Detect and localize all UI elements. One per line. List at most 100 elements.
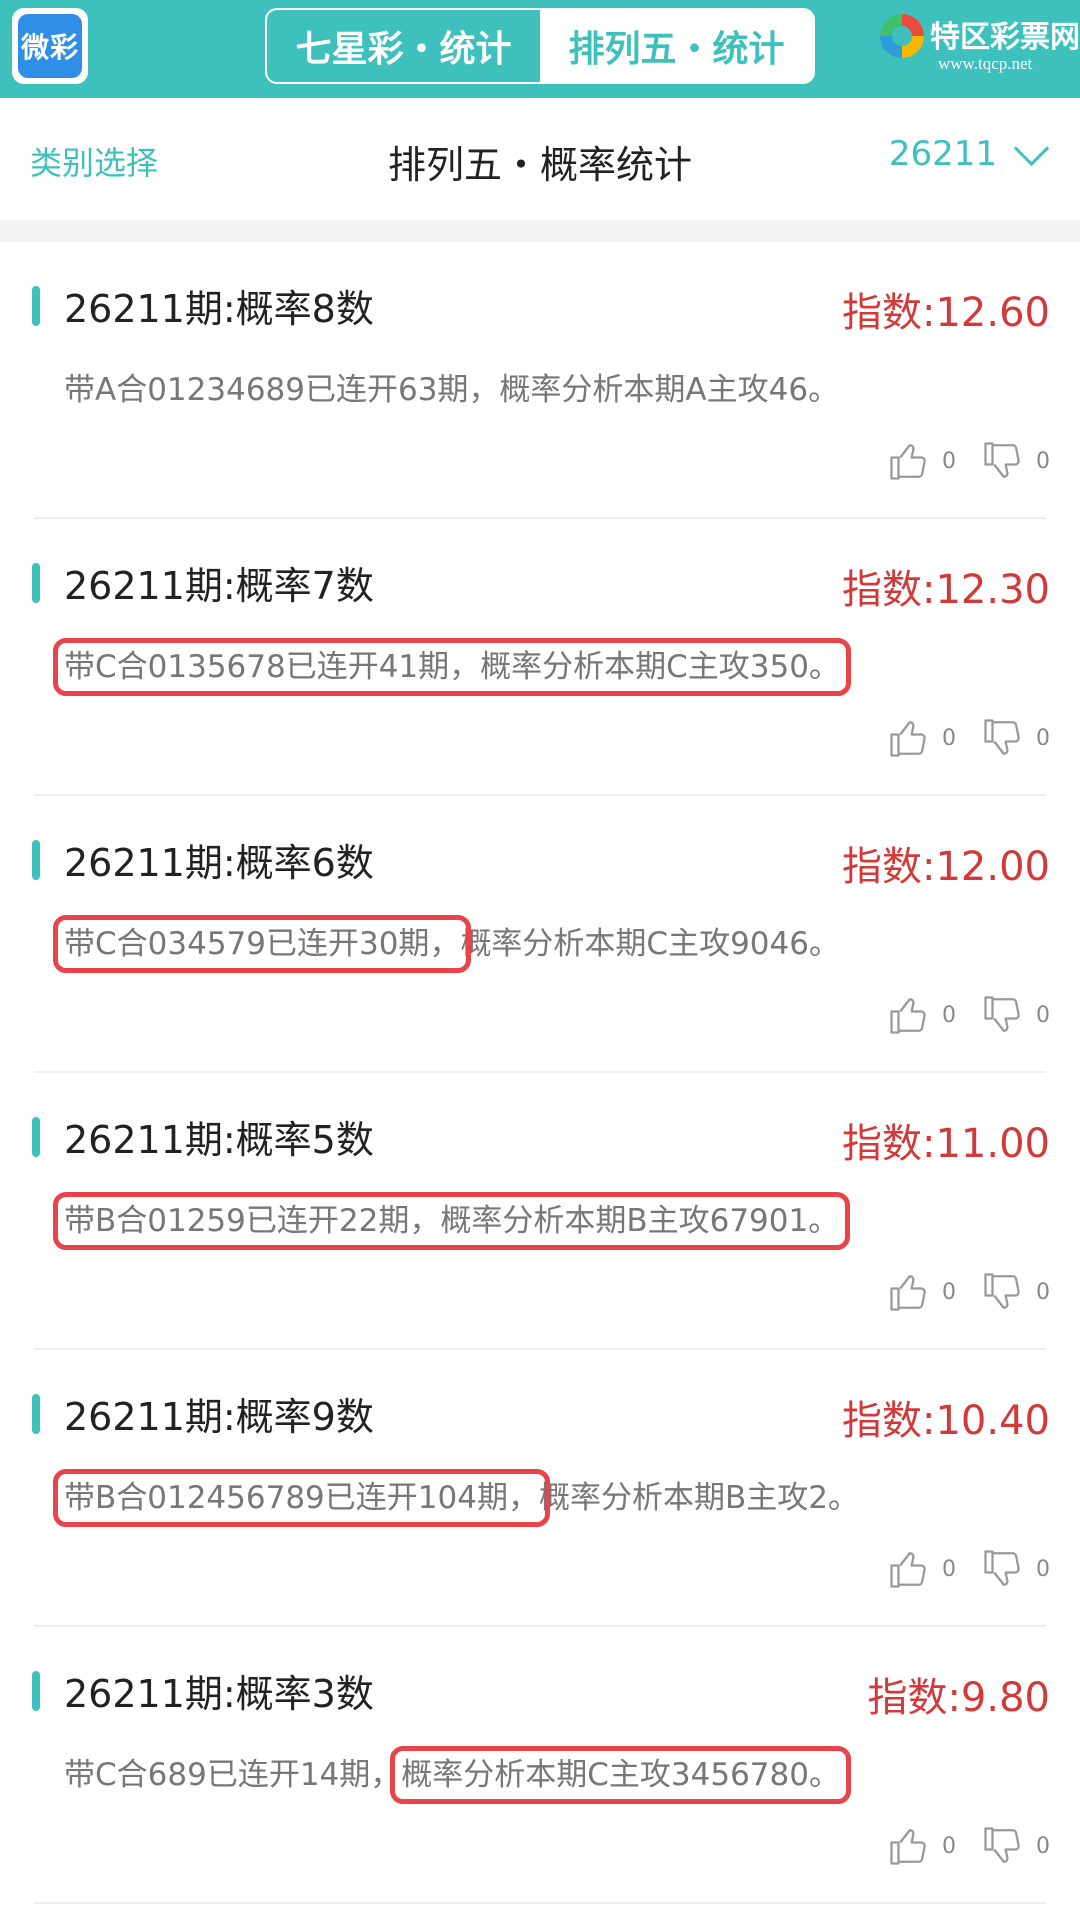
- title-accent-bar: [32, 286, 40, 326]
- like-count: 0: [942, 1833, 956, 1859]
- desc-tail: 。: [827, 1480, 859, 1516]
- tab-qixingcai-stats[interactable]: 七星彩・统计: [267, 10, 540, 82]
- list-item: 26211期:概率3数 指数:9.80 带C合689已连开14期，概率分析本期C…: [0, 1627, 1080, 1904]
- card-description: 带B合01259已连开22期，概率分析本期B主攻67901。: [52, 1192, 851, 1250]
- title-accent-bar: [32, 1671, 40, 1711]
- card-description: 带B合012456789已连开104期，概率分析本期B主攻2。: [53, 1469, 859, 1527]
- thumbs-up-icon: [890, 444, 926, 480]
- card-index: 指数:12.30: [842, 567, 1050, 613]
- desc-part-b: 概率分析本期B主攻2: [538, 1480, 828, 1516]
- vote-row: 0 0: [862, 440, 1050, 482]
- list-item: 26211期:概率5数 指数:11.00 带B合01259已连开22期，概率分析…: [0, 1073, 1080, 1350]
- highlighted-text: 带B合012456789已连开104期，: [53, 1469, 550, 1527]
- site-logo-url: www.tqcp.net: [938, 54, 1033, 73]
- site-logo-icon: [880, 14, 924, 58]
- like-count: 0: [942, 448, 956, 474]
- page-header: 类别选择 排列五・概率统计 26211: [0, 98, 1080, 220]
- like-button[interactable]: 0: [888, 440, 956, 482]
- desc-part-b: 概率分析本期C主攻3456780: [401, 1757, 809, 1793]
- title-accent-bar: [32, 563, 40, 603]
- card-title: 26211期:概率6数: [64, 841, 374, 885]
- thumbs-down-icon: [984, 442, 1020, 478]
- dislike-count: 0: [1036, 1833, 1050, 1859]
- title-accent-bar: [32, 1394, 40, 1434]
- thumbs-down-icon: [984, 1550, 1020, 1586]
- site-logo-name: 特区彩票网: [930, 21, 1080, 54]
- desc-tail: 。: [808, 1203, 840, 1239]
- card-title: 26211期:概率8数: [64, 287, 374, 331]
- tab-pailiewu-stats[interactable]: 排列五・统计: [540, 10, 813, 82]
- lottery-tab-switch: 七星彩・统计 排列五・统计: [265, 8, 815, 84]
- card-title: 26211期:概率3数: [64, 1672, 374, 1716]
- dislike-button[interactable]: 0: [982, 1271, 1050, 1313]
- dislike-button[interactable]: 0: [982, 1825, 1050, 1867]
- thumbs-up-icon: [890, 1829, 926, 1865]
- dislike-button[interactable]: 0: [982, 1548, 1050, 1590]
- like-count: 0: [942, 725, 956, 751]
- dislike-count: 0: [1036, 1002, 1050, 1028]
- like-count: 0: [942, 1556, 956, 1582]
- highlighted-text: 带C合0135678已连开41期，概率分析本期C主攻350。: [53, 638, 851, 696]
- like-button[interactable]: 0: [888, 1271, 956, 1313]
- like-button[interactable]: 0: [888, 1825, 956, 1867]
- vote-row: 0 0: [862, 994, 1050, 1036]
- title-accent-bar: [32, 1117, 40, 1157]
- like-button[interactable]: 0: [888, 717, 956, 759]
- thumbs-down-icon: [984, 1827, 1020, 1863]
- thumbs-down-icon: [984, 996, 1020, 1032]
- dislike-button[interactable]: 0: [982, 440, 1050, 482]
- list-item: 26211期:概率8数 指数:12.60 带A合01234689已连开63期，概…: [0, 242, 1080, 519]
- desc-tail: 。: [808, 372, 840, 408]
- dislike-button[interactable]: 0: [982, 717, 1050, 759]
- chevron-down-icon: [1013, 130, 1050, 166]
- issue-dropdown[interactable]: 26211: [888, 130, 1050, 174]
- desc-part-a: 带A合01234689已连开63期，概率分析本期A主攻46: [64, 372, 809, 408]
- list-item: 26211期:概率9数 指数:10.40 带B合012456789已连开104期…: [0, 1350, 1080, 1627]
- app-logo[interactable]: 微彩: [12, 8, 88, 84]
- vote-row: 0 0: [862, 1825, 1050, 1867]
- probability-list: 26211期:概率8数 指数:12.60 带A合01234689已连开63期，概…: [0, 242, 1080, 1904]
- section-divider: [0, 220, 1080, 242]
- issue-number: 26211: [888, 134, 997, 174]
- app-logo-text: 微彩: [18, 14, 82, 78]
- card-title: 26211期:概率5数: [64, 1118, 374, 1162]
- thumbs-up-icon: [890, 721, 926, 757]
- highlighted-text: 概率分析本期C主攻3456780。: [390, 1746, 851, 1804]
- card-description: 带C合034579已连开30期，概率分析本期C主攻9046。: [52, 915, 840, 973]
- list-item: 26211期:概率7数 指数:12.30 带C合0135678已连开41期，概率…: [0, 519, 1080, 796]
- thumbs-down-icon: [984, 719, 1020, 755]
- dislike-count: 0: [1036, 725, 1050, 751]
- card-index: 指数:10.40: [842, 1398, 1050, 1444]
- like-button[interactable]: 0: [888, 994, 956, 1036]
- card-title: 26211期:概率9数: [64, 1395, 374, 1439]
- title-accent-bar: [32, 840, 40, 880]
- card-divider: [34, 1902, 1046, 1904]
- card-index: 指数:11.00: [842, 1121, 1050, 1167]
- desc-part-a: 带C合689已连开14期，: [64, 1757, 402, 1793]
- card-index: 指数:12.60: [842, 290, 1050, 336]
- thumbs-up-icon: [890, 1552, 926, 1588]
- like-button[interactable]: 0: [888, 1548, 956, 1590]
- desc-tail: 。: [808, 649, 840, 685]
- desc-part-b: 概率分析本期C主攻9046: [460, 926, 809, 962]
- vote-row: 0 0: [862, 717, 1050, 759]
- card-description: 带C合0135678已连开41期，概率分析本期C主攻350。: [53, 638, 851, 696]
- like-count: 0: [942, 1279, 956, 1305]
- desc-part-a: 带C合0135678已连开41期，概率分析本期C主攻350: [64, 649, 809, 685]
- list-item: 26211期:概率6数 指数:12.00 带C合034579已连开30期，概率分…: [0, 796, 1080, 1073]
- thumbs-up-icon: [890, 1275, 926, 1311]
- site-logo: 特区彩票网 www.tqcp.net: [878, 8, 1080, 88]
- card-index: 指数:9.80: [867, 1675, 1050, 1721]
- dislike-count: 0: [1036, 448, 1050, 474]
- dislike-count: 0: [1036, 1279, 1050, 1305]
- card-index: 指数:12.00: [842, 844, 1050, 890]
- card-description: 带C合689已连开14期，概率分析本期C主攻3456780。: [64, 1746, 851, 1804]
- highlighted-text: 带C合034579已连开30期，: [52, 915, 472, 973]
- card-description: 带A合01234689已连开63期，概率分析本期A主攻46。: [64, 364, 839, 409]
- vote-row: 0 0: [862, 1271, 1050, 1313]
- card-title: 26211期:概率7数: [64, 564, 374, 608]
- dislike-count: 0: [1036, 1556, 1050, 1582]
- desc-part-a: 带B合01259已连开22期，概率分析本期B主攻67901: [64, 1203, 809, 1239]
- desc-tail: 。: [808, 1757, 840, 1793]
- dislike-button[interactable]: 0: [982, 994, 1050, 1036]
